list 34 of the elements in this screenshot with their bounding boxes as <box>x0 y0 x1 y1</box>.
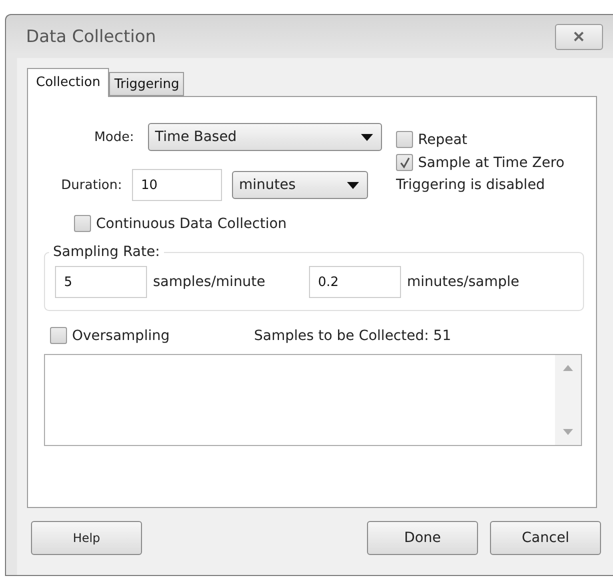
checkbox[interactable] <box>74 215 91 232</box>
tab[interactable]: Collection <box>27 68 110 97</box>
checkmark-icon <box>398 156 410 168</box>
dialog-button[interactable]: Help <box>31 521 142 555</box>
minutes-per-sample-field[interactable]: 0.2 <box>309 266 401 298</box>
checkbox-label: Repeat <box>418 132 468 148</box>
close-button[interactable]: ✕ <box>555 24 603 50</box>
dialog-button[interactable]: Cancel <box>490 521 601 555</box>
checkbox-label: Oversampling <box>72 328 170 344</box>
checkbox[interactable] <box>396 131 413 148</box>
samples-per-minute-field[interactable]: 5 <box>55 266 147 298</box>
dialog-button[interactable]: Done <box>367 521 478 555</box>
mode-label: Mode: <box>93 130 134 144</box>
duration-label: Duration: <box>60 178 122 192</box>
checkbox-label: Continuous Data Collection <box>96 216 287 232</box>
tab[interactable]: Triggering <box>109 72 184 96</box>
unit-label: minutes/sample <box>407 274 520 290</box>
scroll-up-icon <box>563 365 573 371</box>
caret-icon <box>347 182 359 188</box>
scroll-down-icon <box>563 429 573 435</box>
triggering-note: Triggering is disabled <box>396 177 546 193</box>
checkbox[interactable] <box>396 154 413 171</box>
unit-dropdown[interactable]: minutes <box>232 171 368 199</box>
checkbox[interactable] <box>50 327 67 344</box>
caret-icon <box>361 134 373 140</box>
checkbox-label: Sample at Time Zero <box>418 154 564 170</box>
scrollbar[interactable] <box>555 355 581 445</box>
group-label: Sampling Rate: <box>52 244 161 260</box>
window-title: Data Collection <box>26 26 156 46</box>
list-box[interactable] <box>44 354 582 446</box>
samples-count-text: Samples to be Collected: 51 <box>254 328 452 344</box>
duration-field[interactable]: 10 <box>132 169 222 201</box>
unit-label: samples/minute <box>153 274 266 290</box>
mode-dropdown[interactable]: Time Based <box>148 123 382 151</box>
